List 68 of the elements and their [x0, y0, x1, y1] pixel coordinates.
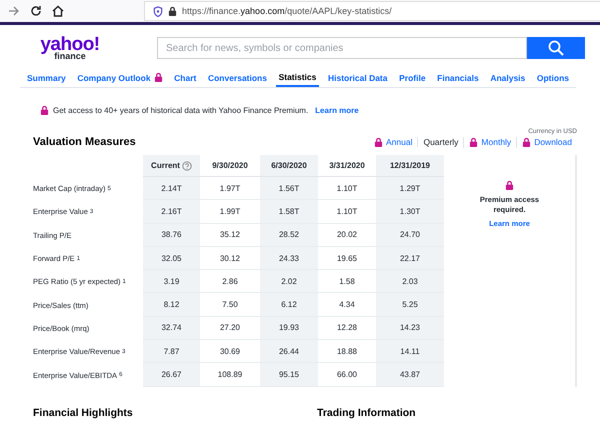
table-cell: 1.29T: [376, 177, 444, 200]
table-cell: 1.58T: [260, 200, 318, 224]
table-cell: 5.25: [376, 293, 444, 317]
table-cell: 26.67: [143, 363, 200, 387]
reload-icon: [30, 5, 42, 17]
section-title: Financial Highlights: [33, 406, 134, 419]
section-title: Trading Information: [317, 406, 417, 419]
help-icon: [182, 160, 192, 170]
table-cell: 2.03: [376, 270, 444, 294]
learn-more-link[interactable]: Learn more: [315, 106, 359, 114]
nav-tab[interactable]: Historical Data: [324, 68, 390, 86]
table-cell: 38.76: [143, 224, 200, 247]
table-cell: 43.87: [376, 363, 444, 387]
address-bar[interactable]: https://finance.yahoo.com/quote/AAPL/key-statistics/: [144, 1, 600, 21]
column-header: 12/31/2019: [376, 155, 444, 177]
lock-icon: [522, 136, 532, 148]
search-icon: [548, 40, 564, 56]
table-cell: 7.87: [143, 340, 200, 364]
nav-tab[interactable]: Chart: [171, 68, 200, 86]
table-cell: 24.70: [376, 224, 444, 247]
table-cell: 1.56T: [260, 177, 318, 200]
lock-icon: [469, 136, 478, 148]
table-cell: 19.93: [260, 316, 318, 340]
column-header: Current: [143, 155, 200, 177]
home-icon: [52, 5, 64, 17]
section-title: Valuation Measures: [33, 136, 136, 148]
table-cell: 22.17: [376, 246, 444, 270]
table-cell: 2.16T: [143, 200, 200, 224]
nav-tab[interactable]: Analysis: [487, 68, 528, 86]
url-text: https://finance.yahoo.com/quote/AAPL/key-statistics/: [182, 6, 392, 16]
period-link[interactable]: Quarterly: [417, 137, 464, 147]
lock-icon: [40, 104, 49, 116]
nav-tab[interactable]: Summary: [24, 68, 69, 86]
nav-tab[interactable]: Conversations: [204, 68, 270, 86]
logo-subtitle: finance: [54, 52, 86, 61]
nav-tab[interactable]: Company Outlook: [74, 68, 166, 86]
column-header: 6/30/2020: [260, 155, 318, 177]
table-cell: 28.52: [260, 224, 318, 247]
logo-text[interactable]: yahoo!: [35, 35, 105, 54]
table-cell: 1.30T: [376, 200, 444, 224]
nav-tab[interactable]: Options: [534, 68, 572, 86]
table-cell: 3.19: [143, 270, 200, 294]
lock-icon: [154, 72, 163, 83]
table-cell: 6.12: [260, 293, 318, 317]
nav-tab[interactable]: Profile: [396, 68, 429, 86]
nav-tab[interactable]: Financials: [434, 68, 482, 86]
table-cell: 8.12: [143, 293, 200, 317]
table-cell: 14.23: [376, 316, 444, 340]
forward-icon: [8, 5, 20, 17]
period-link[interactable]: Download: [516, 136, 577, 148]
table-cell: 2.14T: [143, 177, 200, 200]
nav-tab[interactable]: Statistics: [276, 68, 320, 86]
search-field[interactable]: Search for news, symbols or companies: [157, 37, 527, 59]
period-link[interactable]: Monthly: [463, 136, 516, 148]
table-cell: 26.44: [260, 340, 318, 364]
table-cell: 95.15: [260, 363, 318, 387]
padlock-icon: [168, 6, 177, 16]
period-link[interactable]: Annual: [368, 136, 418, 148]
shield-icon: [153, 6, 163, 16]
lock-icon: [505, 180, 514, 191]
table-cell: 32.74: [143, 316, 200, 340]
lock-icon: [374, 136, 383, 148]
table-cell: 2.02: [260, 270, 318, 294]
banner-text: Get access to 40+ years of historical data with Yahoo Finance Premium.: [53, 106, 308, 114]
table-cell: 24.33: [260, 246, 318, 270]
table-cell: 32.05: [143, 246, 200, 270]
table-cell: 14.11: [376, 340, 444, 364]
search-button[interactable]: [527, 37, 585, 59]
